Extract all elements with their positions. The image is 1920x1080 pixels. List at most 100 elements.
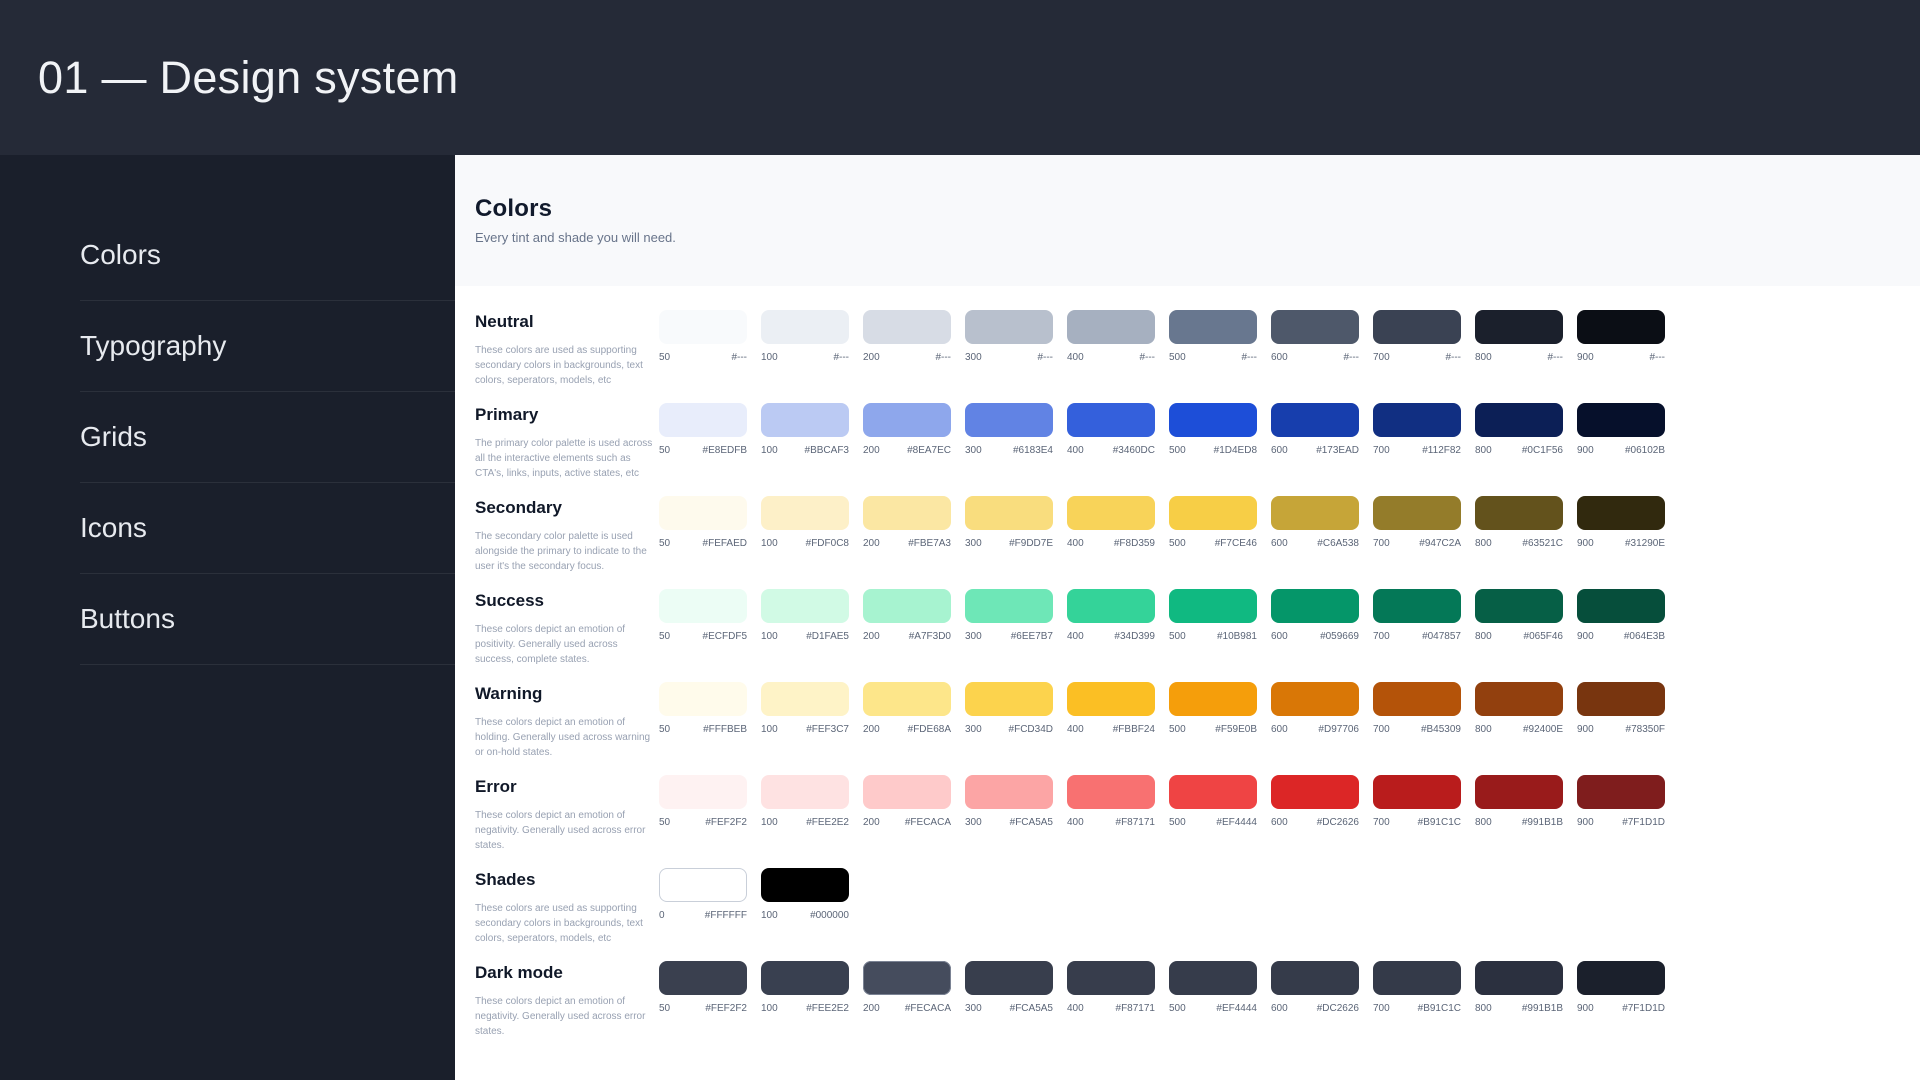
section-info: Warning These colors depict an emotion o…	[475, 682, 659, 775]
swatch-labels: 700 #B91C1C	[1373, 817, 1461, 828]
swatch-labels: 200 #FECACA	[863, 1003, 951, 1014]
swatch-cell: 400 #34D399	[1067, 589, 1155, 682]
swatch-row: 50 #FFFBEB 100 #FEF3C7 200 #FDE68A 300 #…	[659, 682, 1665, 775]
swatch-cell: 500 #---	[1169, 310, 1257, 403]
swatch-cell: 50 #FFFBEB	[659, 682, 747, 775]
swatch-hex: #F87171	[1115, 1003, 1155, 1014]
color-swatch	[1271, 682, 1359, 716]
sidebar-item-label: Icons	[80, 512, 147, 543]
sidebar-item-colors[interactable]: Colors	[80, 210, 455, 301]
swatch-labels: 100 #FDF0C8	[761, 538, 849, 549]
swatch-hex: #FECACA	[904, 817, 951, 828]
color-swatch	[863, 961, 951, 995]
swatch-hex: #7F1D1D	[1622, 1003, 1665, 1014]
swatch-cell: 800 #991B1B	[1475, 961, 1563, 1054]
swatch-labels: 50 #FEF2F2	[659, 817, 747, 828]
swatch-shade: 100	[761, 631, 778, 642]
color-swatch	[1475, 775, 1563, 809]
swatch-cell: 700 #---	[1373, 310, 1461, 403]
swatch-cell: 700 #047857	[1373, 589, 1461, 682]
swatch-shade: 300	[965, 445, 982, 456]
swatch-shade: 900	[1577, 817, 1594, 828]
color-swatch	[1271, 589, 1359, 623]
palette-sections: Neutral These colors are used as support…	[455, 286, 1920, 1054]
section-title: Warning	[475, 684, 543, 703]
swatch-labels: 500 #F7CE46	[1169, 538, 1257, 549]
swatch-hex: #---	[731, 352, 747, 363]
color-swatch	[659, 403, 747, 437]
color-swatch	[1577, 496, 1665, 530]
swatch-cell: 800 #92400E	[1475, 682, 1563, 775]
swatch-cell: 900 #064E3B	[1577, 589, 1665, 682]
color-swatch	[863, 496, 951, 530]
swatch-hex: #---	[1547, 352, 1563, 363]
section-info: Error These colors depict an emotion of …	[475, 775, 659, 868]
swatch-cell: 800 #63521C	[1475, 496, 1563, 589]
swatch-shade: 100	[761, 724, 778, 735]
swatch-row: 50 #--- 100 #--- 200 #--- 300 #--- 400 #…	[659, 310, 1665, 403]
color-swatch	[1271, 496, 1359, 530]
color-swatch	[659, 496, 747, 530]
swatch-hex: #065F46	[1523, 631, 1563, 642]
color-swatch	[1271, 961, 1359, 995]
swatch-hex: #FECACA	[904, 1003, 951, 1014]
swatch-shade: 600	[1271, 724, 1288, 735]
color-swatch	[1577, 310, 1665, 344]
swatch-hex: #8EA7EC	[907, 445, 951, 456]
swatch-cell: 50 #ECFDF5	[659, 589, 747, 682]
swatch-hex: #FBBF24	[1112, 724, 1155, 735]
color-swatch	[1475, 403, 1563, 437]
swatch-cell: 100 #FEE2E2	[761, 961, 849, 1054]
sidebar-item-icons[interactable]: Icons	[80, 483, 455, 574]
swatch-labels: 600 #C6A538	[1271, 538, 1359, 549]
page-header-title: 01 — Design system	[38, 51, 459, 103]
swatch-hex: #FFFBEB	[703, 724, 747, 735]
swatch-hex: #A7F3D0	[908, 631, 951, 642]
swatch-hex: #FEFAED	[702, 538, 747, 549]
swatch-shade: 600	[1271, 817, 1288, 828]
swatch-shade: 800	[1475, 631, 1492, 642]
color-swatch	[1067, 682, 1155, 716]
swatch-hex: #F8D359	[1113, 538, 1155, 549]
swatch-labels: 600 #173EAD	[1271, 445, 1359, 456]
swatch-hex: #FEE2E2	[806, 817, 849, 828]
section-description: These colors depict an emotion of negati…	[475, 996, 646, 1037]
swatch-hex: #C6A538	[1317, 538, 1359, 549]
section-description: These colors are used as supporting seco…	[475, 903, 643, 944]
swatch-cell: 600 #DC2626	[1271, 961, 1359, 1054]
swatch-hex: #047857	[1422, 631, 1461, 642]
swatch-hex: #---	[1037, 352, 1053, 363]
swatch-cell: 500 #1D4ED8	[1169, 403, 1257, 496]
swatch-labels: 800 #065F46	[1475, 631, 1563, 642]
swatch-shade: 400	[1067, 445, 1084, 456]
swatch-labels: 400 #F87171	[1067, 1003, 1155, 1014]
swatch-labels: 100 #FEE2E2	[761, 817, 849, 828]
swatch-shade: 200	[863, 631, 880, 642]
swatch-shade: 900	[1577, 631, 1594, 642]
sidebar-item-typography[interactable]: Typography	[80, 301, 455, 392]
swatch-labels: 900 #064E3B	[1577, 631, 1665, 642]
section-info: Secondary The secondary color palette is…	[475, 496, 659, 589]
sidebar-item-grids[interactable]: Grids	[80, 392, 455, 483]
color-swatch	[1169, 961, 1257, 995]
swatch-hex: #FDF0C8	[805, 538, 849, 549]
swatch-hex: #FFFFFF	[704, 910, 747, 921]
swatch-labels: 800 #---	[1475, 352, 1563, 363]
swatch-cell: 600 #---	[1271, 310, 1359, 403]
swatch-shade: 100	[761, 1003, 778, 1014]
swatch-cell: 900 #31290E	[1577, 496, 1665, 589]
swatch-shade: 50	[659, 538, 671, 549]
swatch-cell: 50 #FEFAED	[659, 496, 747, 589]
color-swatch	[761, 775, 849, 809]
swatch-cell: 600 #059669	[1271, 589, 1359, 682]
swatch-cell: 400 #F8D359	[1067, 496, 1155, 589]
sidebar-item-buttons[interactable]: Buttons	[80, 574, 455, 665]
swatch-cell: 600 #D97706	[1271, 682, 1359, 775]
color-swatch	[1577, 589, 1665, 623]
swatch-cell: 700 #B45309	[1373, 682, 1461, 775]
swatch-shade: 700	[1373, 352, 1390, 363]
section-info: Primary The primary color palette is use…	[475, 403, 659, 496]
page-title: Colors	[475, 195, 553, 222]
swatch-labels: 200 #FBE7A3	[863, 538, 951, 549]
swatch-hex: #---	[935, 352, 951, 363]
